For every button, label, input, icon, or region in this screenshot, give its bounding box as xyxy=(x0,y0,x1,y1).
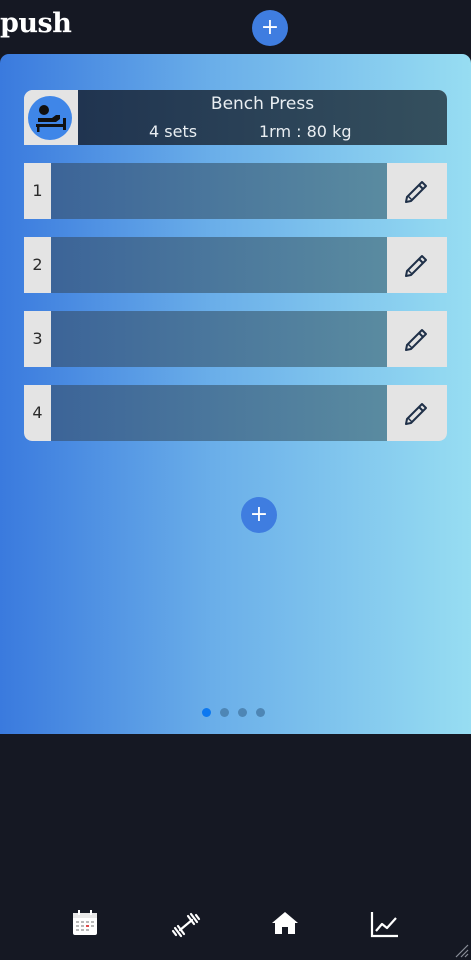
top-bar: push + xyxy=(0,0,471,54)
exercise-info: Bench Press 4 sets 1rm : 80 kg xyxy=(78,90,447,145)
set-row: 2 xyxy=(24,237,447,293)
pencil-icon xyxy=(405,181,427,203)
carousel-indicator xyxy=(202,708,282,720)
add-exercise-button[interactable]: + xyxy=(252,10,288,46)
set-number: 1 xyxy=(24,163,51,219)
carousel-dot[interactable] xyxy=(220,708,229,717)
bottom-nav xyxy=(0,898,471,954)
workout-title: push xyxy=(0,8,72,39)
exercise-sets-count: 4 sets xyxy=(149,122,198,141)
edit-set-button[interactable] xyxy=(387,163,447,219)
calendar-icon xyxy=(73,910,97,935)
set-details[interactable] xyxy=(51,385,387,441)
chart-line-icon xyxy=(370,912,398,938)
exercise-panel: Bench Press 4 sets 1rm : 80 kg 1 2 3 4 + xyxy=(0,54,471,734)
set-details[interactable] xyxy=(51,163,387,219)
set-row: 4 xyxy=(24,385,447,441)
exercise-icon-box xyxy=(24,90,78,145)
nav-home[interactable] xyxy=(265,898,305,952)
set-details[interactable] xyxy=(51,311,387,367)
bench-press-icon xyxy=(28,96,72,140)
set-number: 4 xyxy=(24,385,51,441)
pencil-icon xyxy=(405,255,427,277)
set-row: 1 xyxy=(24,163,447,219)
nav-workouts[interactable] xyxy=(165,898,205,952)
set-row: 3 xyxy=(24,311,447,367)
edit-set-button[interactable] xyxy=(387,311,447,367)
carousel-dot-active[interactable] xyxy=(202,708,211,717)
edit-set-button[interactable] xyxy=(387,237,447,293)
nav-progress[interactable] xyxy=(364,898,404,952)
exercise-card: Bench Press 4 sets 1rm : 80 kg 1 2 3 4 + xyxy=(24,90,447,533)
home-icon xyxy=(272,912,298,934)
pencil-icon xyxy=(405,329,427,351)
nav-calendar[interactable] xyxy=(66,898,106,952)
carousel-dot[interactable] xyxy=(238,708,247,717)
edit-set-button[interactable] xyxy=(387,385,447,441)
exercise-header[interactable]: Bench Press 4 sets 1rm : 80 kg xyxy=(24,90,447,145)
add-set-button[interactable]: + xyxy=(241,497,277,533)
set-number: 2 xyxy=(24,237,51,293)
pencil-icon xyxy=(405,403,427,425)
set-details[interactable] xyxy=(51,237,387,293)
carousel-dot[interactable] xyxy=(256,708,265,717)
set-number: 3 xyxy=(24,311,51,367)
exercise-one-rep-max: 1rm : 80 kg xyxy=(259,122,352,141)
dumbbell-icon xyxy=(171,912,201,938)
exercise-name: Bench Press xyxy=(210,94,315,114)
resize-grip-icon[interactable] xyxy=(455,944,469,958)
